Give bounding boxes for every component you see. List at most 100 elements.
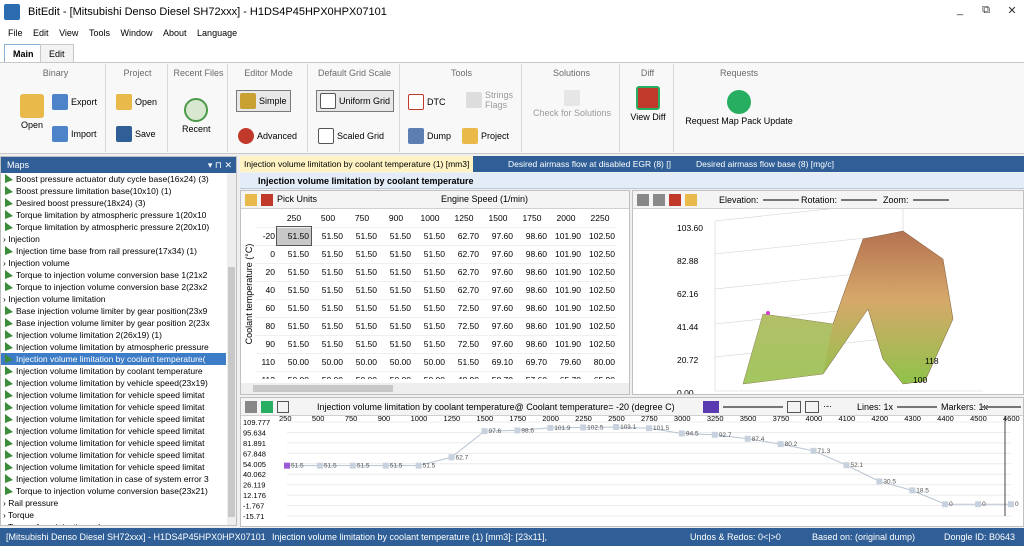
maps-folder[interactable]: › Injection volume bbox=[1, 257, 226, 269]
grid-cell[interactable]: 101.90 bbox=[549, 245, 583, 264]
maps-item[interactable]: Torque to injection volume conversion ba… bbox=[1, 269, 226, 281]
grid-x-header[interactable]: 500 bbox=[311, 209, 345, 228]
grid-cell[interactable]: 102.50 bbox=[583, 263, 617, 282]
grid-hscroll-thumb[interactable] bbox=[253, 385, 393, 392]
grid-cell[interactable]: 51.50 bbox=[345, 263, 379, 282]
maps-item[interactable]: Injection volume limitation by vehicle s… bbox=[1, 377, 226, 389]
grid-cell[interactable]: 50.00 bbox=[413, 353, 447, 372]
lines-slider[interactable] bbox=[897, 406, 937, 408]
project-open-button[interactable]: Open bbox=[116, 94, 157, 110]
maps-item[interactable]: Torque limitation by atmospheric pressur… bbox=[1, 221, 226, 233]
grid-cell[interactable]: 72.50 bbox=[447, 335, 481, 354]
menu-tools[interactable]: Tools bbox=[89, 24, 110, 42]
plot-grid-icon[interactable] bbox=[653, 194, 665, 206]
plot-surface-icon[interactable] bbox=[669, 194, 681, 206]
grid-cell[interactable]: 51.50 bbox=[311, 317, 345, 336]
grid-cell[interactable]: 51.50 bbox=[379, 263, 413, 282]
line-point[interactable] bbox=[349, 462, 356, 469]
grid-cell[interactable]: 51.50 bbox=[311, 335, 345, 354]
grid-cell[interactable]: 101.90 bbox=[549, 317, 583, 336]
maps-item[interactable]: Injection volume limitation for vehicle … bbox=[1, 401, 226, 413]
grid-cell[interactable]: 98.60 bbox=[515, 245, 549, 264]
line-point[interactable] bbox=[876, 478, 883, 485]
markers-slider[interactable] bbox=[981, 406, 1021, 408]
menu-window[interactable]: Window bbox=[120, 24, 152, 42]
grid-cell[interactable]: 97.60 bbox=[481, 317, 515, 336]
grid-color-icon[interactable] bbox=[261, 194, 273, 206]
advanced-mode-button[interactable]: Advanced bbox=[238, 128, 297, 144]
grid-x-header[interactable]: 1750 bbox=[515, 209, 549, 228]
maps-item[interactable]: Injection volume limitation for vehicle … bbox=[1, 425, 226, 437]
grid-cell[interactable]: 51.50 bbox=[277, 317, 311, 336]
export-button[interactable]: Export bbox=[52, 94, 97, 110]
grid-cell[interactable]: 51.50 bbox=[345, 299, 379, 318]
grid-cell[interactable]: 51.50 bbox=[413, 299, 447, 318]
restore-button[interactable]: ⧉ bbox=[976, 4, 996, 17]
line-point[interactable] bbox=[777, 441, 784, 448]
grid-cell[interactable]: 102.50 bbox=[583, 317, 617, 336]
grid-cell[interactable]: 50.00 bbox=[345, 371, 379, 379]
grid-cell[interactable]: 58.70 bbox=[481, 371, 515, 379]
menu-file[interactable]: File bbox=[8, 24, 23, 42]
grid-x-header[interactable]: 2000 bbox=[549, 209, 583, 228]
maps-item[interactable]: Boost pressure actuator duty cycle base(… bbox=[1, 173, 226, 185]
grid-cell[interactable]: 101.90 bbox=[549, 335, 583, 354]
grid-y-header[interactable]: 80 bbox=[255, 317, 277, 336]
grid-cell[interactable]: 50.00 bbox=[345, 353, 379, 372]
maps-item[interactable]: Base injection volume limiter by gear po… bbox=[1, 305, 226, 317]
grid-cell[interactable]: 51.50 bbox=[311, 299, 345, 318]
grid-cell[interactable]: 102.50 bbox=[583, 299, 617, 318]
grid-x-header[interactable]: 1500 bbox=[481, 209, 515, 228]
maps-item[interactable]: Injection volume limitation for vehicle … bbox=[1, 413, 226, 425]
maps-scrollbar[interactable] bbox=[227, 173, 236, 525]
grid-cell[interactable]: 51.50 bbox=[413, 245, 447, 264]
grid-x-header[interactable]: 750 bbox=[345, 209, 379, 228]
line-point[interactable] bbox=[810, 447, 817, 454]
maps-folder[interactable]: › Torque bbox=[1, 509, 226, 521]
maps-item[interactable]: Injection volume limitation by atmospher… bbox=[1, 341, 226, 353]
grid-cell[interactable]: 51.50 bbox=[413, 317, 447, 336]
grid-cell[interactable]: 51.50 bbox=[277, 335, 311, 354]
grid-cell[interactable]: 50.00 bbox=[277, 371, 311, 379]
line-style-line-icon[interactable] bbox=[805, 401, 819, 413]
line-point[interactable] bbox=[678, 430, 685, 437]
grid-cell[interactable]: 51.50 bbox=[277, 263, 311, 282]
grid-cell[interactable]: 51.50 bbox=[345, 227, 379, 246]
grid-cell[interactable]: 101.90 bbox=[549, 281, 583, 300]
grid-cell[interactable]: 50.00 bbox=[379, 353, 413, 372]
maps-item[interactable]: Injection volume limitation for vehicle … bbox=[1, 449, 226, 461]
maps-item[interactable]: Injection volume limitation by coolant t… bbox=[1, 353, 226, 365]
grid-cell[interactable]: 97.60 bbox=[481, 299, 515, 318]
grid-cell[interactable]: 50.00 bbox=[379, 371, 413, 379]
grid-cell[interactable]: 101.90 bbox=[549, 299, 583, 318]
grid-cell[interactable]: 69.10 bbox=[481, 353, 515, 372]
grid-cell[interactable]: 102.50 bbox=[583, 281, 617, 300]
grid-cell[interactable]: 80.00 bbox=[583, 353, 617, 372]
line-point[interactable] bbox=[711, 431, 718, 438]
maps-folder[interactable]: › Rail pressure bbox=[1, 497, 226, 509]
line-move-icon[interactable] bbox=[245, 401, 257, 413]
line-point[interactable] bbox=[843, 462, 850, 469]
simple-mode-button[interactable]: Simple bbox=[236, 90, 291, 112]
grid-y-header[interactable]: 110 bbox=[255, 353, 277, 372]
grid-cell[interactable]: 72.50 bbox=[447, 317, 481, 336]
grid-x-header[interactable]: 250 bbox=[277, 209, 311, 228]
maps-item[interactable]: Injection volume limitation by coolant t… bbox=[1, 365, 226, 377]
rotation-slider[interactable] bbox=[841, 199, 877, 201]
zoom-slider[interactable] bbox=[913, 199, 949, 201]
maps-item[interactable]: Injection time base from rail pressure(1… bbox=[1, 245, 226, 257]
dump-button[interactable]: Dump bbox=[408, 128, 451, 144]
dtc-button[interactable]: DTC bbox=[408, 94, 446, 110]
strings-flags-button[interactable]: Strings Flags bbox=[466, 90, 513, 110]
line-style-grid-icon[interactable] bbox=[787, 401, 801, 413]
grid-cell[interactable]: 62.70 bbox=[447, 281, 481, 300]
grid-y-header[interactable]: 20 bbox=[255, 263, 277, 282]
line-style-dots-icon[interactable]: ·-· bbox=[823, 401, 837, 413]
line-color-icon[interactable] bbox=[261, 401, 273, 413]
grid-cell[interactable]: 57.60 bbox=[515, 371, 549, 379]
grid-cell[interactable]: 98.60 bbox=[515, 227, 549, 246]
grid-cell[interactable]: 51.50 bbox=[379, 317, 413, 336]
grid-cell[interactable]: 97.60 bbox=[481, 281, 515, 300]
line-point[interactable] bbox=[909, 487, 916, 494]
grid-cell[interactable]: 51.50 bbox=[413, 281, 447, 300]
